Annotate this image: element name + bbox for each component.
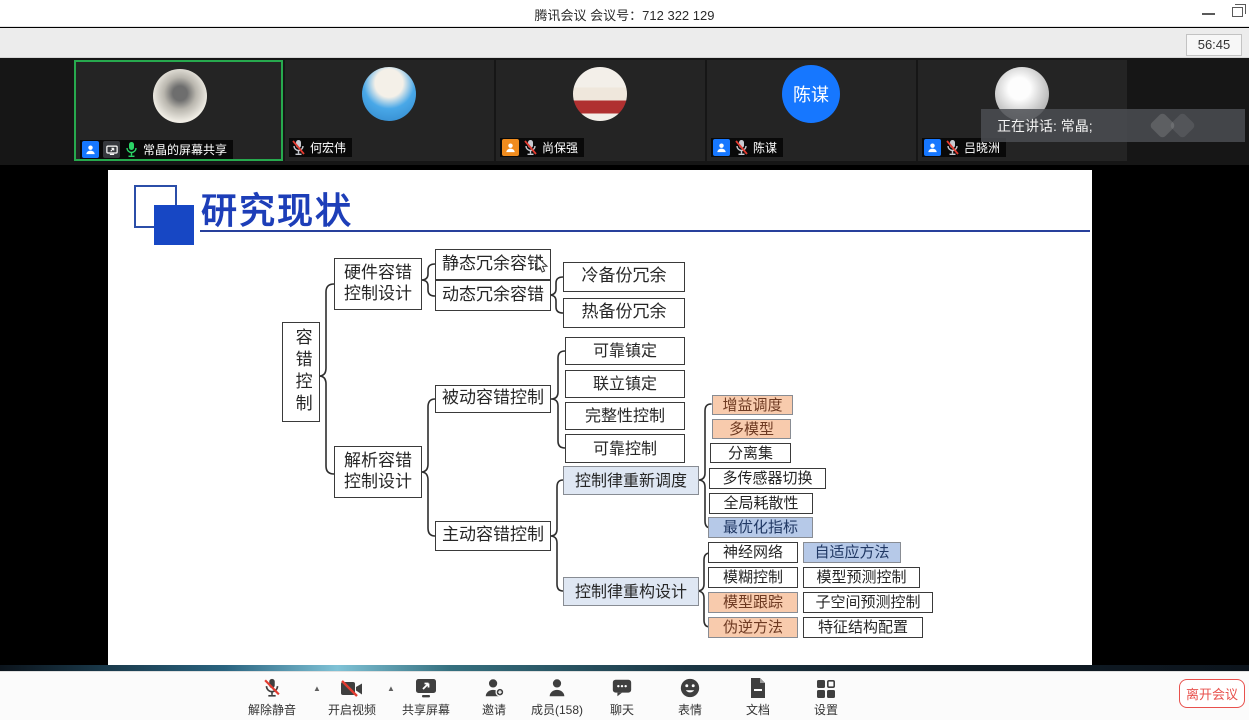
tencent-meeting-window: 腾讯会议 会议号：712 322 129 56:45 常晶的屏幕共享 (0, 0, 1249, 720)
smiley-icon (679, 677, 701, 699)
tree-node-control-law-reconfiguration: 控制律重构设计 (563, 577, 699, 606)
avatar-smurf (362, 67, 416, 121)
tree-node-root: 容错控制 (282, 322, 320, 422)
tree-node-pseudo-inverse-method: 伪逆方法 (708, 617, 798, 638)
tree-node-subspace-predictive-control: 子空间预测控制 (803, 592, 933, 613)
tree-node-multi-sensor-switching: 多传感器切换 (709, 468, 826, 489)
speaking-banner: 正在讲话: 常晶; (981, 109, 1245, 142)
name-badge: 常晶的屏幕共享 (80, 140, 233, 159)
unmute-button[interactable]: 解除静音 (230, 677, 314, 718)
video-strip: 常晶的屏幕共享 何宏伟 尚保强 (0, 58, 1249, 165)
participant-name: 何宏伟 (310, 139, 346, 156)
tree-node-adaptive-method: 自适应方法 (803, 542, 901, 563)
tree-node-analytic-design: 解析容错控制设计 (334, 446, 422, 498)
name-badge: 尚保强 (500, 138, 584, 157)
unmute-label: 解除静音 (248, 701, 296, 718)
screen-share-icon (103, 141, 120, 158)
tree-node-multi-model: 多模型 (712, 419, 791, 439)
meeting-logo-watermark-icon (1169, 112, 1196, 139)
members-label: 成员(158) (531, 701, 583, 718)
tree-node-control-law-rescheduling: 控制律重新调度 (563, 466, 699, 495)
mic-muted-icon (523, 139, 538, 156)
tree-node-simultaneous-stabilization: 联立镇定 (565, 370, 685, 398)
mic-muted-icon (261, 677, 283, 699)
video-tile-chenmou[interactable]: 陈谋 陈谋 (707, 60, 916, 161)
window-titlebar: 腾讯会议 会议号：712 322 129 (0, 0, 1249, 27)
video-tile-changjing[interactable]: 常晶的屏幕共享 (74, 60, 283, 161)
avatar-tiger-sketch (153, 69, 207, 123)
minimize-icon[interactable] (1202, 13, 1215, 15)
speaking-banner-text: 正在讲话: 常晶; (981, 116, 1093, 136)
meeting-timer: 56:45 (1186, 34, 1242, 56)
chat-bubble-icon (611, 677, 633, 699)
tree-node-reliable-stabilization: 可靠镇定 (565, 337, 685, 365)
tree-node-active-ftc: 主动容错控制 (435, 521, 551, 551)
tree-node-global-dissipativity: 全局耗散性 (709, 493, 813, 514)
participant-name: 常晶的屏幕共享 (143, 141, 227, 158)
invite-label: 邀请 (482, 701, 506, 718)
mic-muted-icon (291, 139, 306, 156)
members-person-icon (546, 677, 568, 699)
settings-label: 设置 (814, 701, 838, 718)
share-screen-label: 共享屏幕 (402, 701, 450, 718)
tree-node-fuzzy-control: 模糊控制 (708, 567, 798, 588)
presentation-slide: 研究现状 容错控制 硬件容错控制设计 解析容错控制设计 静态冗 (108, 170, 1092, 665)
camera-off-icon (339, 677, 365, 699)
person-icon (713, 139, 730, 156)
video-tile-hehongwei[interactable]: 何宏伟 (285, 60, 494, 161)
settings-button[interactable]: 设置 (784, 677, 868, 718)
docs-label: 文档 (746, 701, 770, 718)
meeting-toolbar: 解除静音 ▲ 开启视频 ▲ 共享屏幕 邀请 成员(158) (0, 671, 1249, 720)
tree-node-hw-design: 硬件容错控制设计 (334, 258, 422, 310)
emoji-label: 表情 (678, 701, 702, 718)
start-video-label: 开启视频 (328, 701, 376, 718)
name-badge: 陈谋 (711, 138, 783, 157)
participant-name: 尚保强 (542, 139, 578, 156)
mic-on-icon (124, 141, 139, 158)
chat-label: 聊天 (610, 701, 634, 718)
tree-node-model-tracking: 模型跟踪 (708, 592, 798, 613)
tree-node-hot-backup: 热备份冗余 (563, 298, 685, 328)
person-icon (82, 141, 99, 158)
video-tile-shangbaoqiang[interactable]: 尚保强 (496, 60, 705, 161)
tree-node-integrity-control: 完整性控制 (565, 402, 685, 430)
mic-muted-icon (734, 139, 749, 156)
person-icon (502, 139, 519, 156)
apps-grid-icon (816, 677, 836, 699)
tree-node-eigenstructure-assignment: 特征结构配置 (803, 617, 923, 638)
tree-node-dynamic-redundancy: 动态冗余容错 (435, 280, 551, 311)
person-icon (924, 139, 941, 156)
start-video-button[interactable]: 开启视频 (310, 677, 394, 718)
maximize-icon[interactable] (1232, 7, 1243, 17)
leave-meeting-button[interactable]: 离开会议 (1179, 679, 1245, 708)
name-badge: 何宏伟 (289, 138, 352, 157)
tree-node-separation-set: 分离集 (710, 443, 791, 463)
shared-screen-area: 研究现状 容错控制 硬件容错控制设计 解析容错控制设计 静态冗 (0, 165, 1249, 665)
tree-node-optimization-index: 最优化指标 (708, 517, 813, 538)
avatar-cartoon-boy (573, 67, 627, 121)
participant-name: 陈谋 (753, 139, 777, 156)
mic-muted-icon (945, 139, 960, 156)
status-bar: 56:45 (0, 28, 1249, 58)
tree-node-reliable-control: 可靠控制 (565, 434, 685, 463)
tree-node-passive-ftc: 被动容错控制 (435, 385, 551, 413)
tree-node-model-predictive-control: 模型预测控制 (803, 567, 920, 588)
tree-node-cold-backup: 冷备份冗余 (563, 262, 685, 292)
mouse-cursor (536, 256, 550, 274)
invite-person-icon (483, 677, 505, 699)
tree-node-neural-network: 神经网络 (708, 542, 798, 563)
document-icon (748, 677, 768, 699)
meeting-title: 腾讯会议 会议号：712 322 129 (0, 5, 1249, 24)
tree-node-gain-scheduling: 增益调度 (712, 395, 793, 415)
tree-node-static-redundancy: 静态冗余容错 (435, 249, 551, 280)
share-screen-icon (414, 677, 438, 699)
avatar-text-badge: 陈谋 (782, 65, 840, 123)
